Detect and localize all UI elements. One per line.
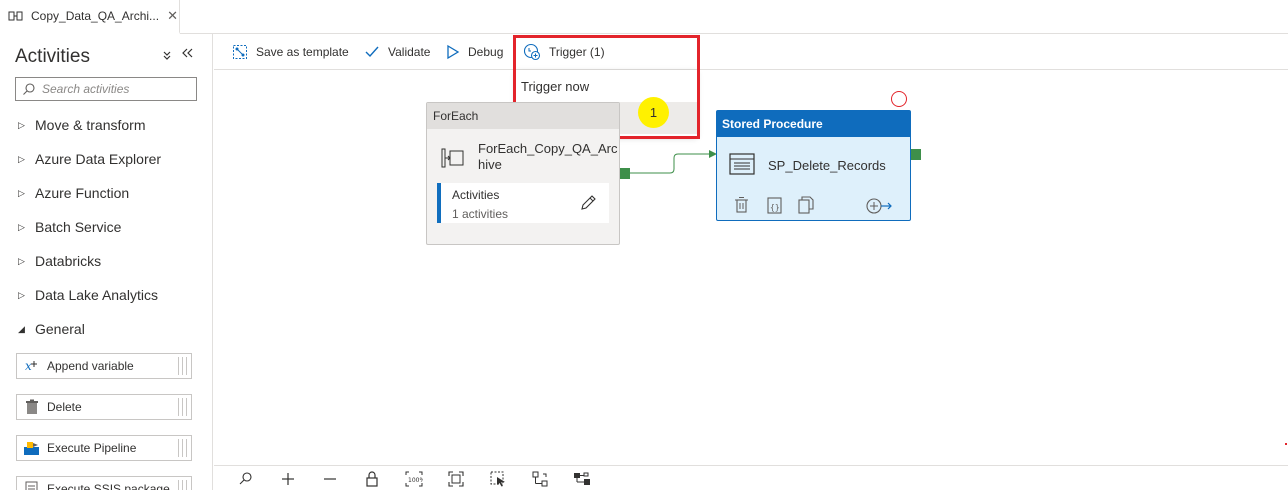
caret-right-icon: ▷ [18, 187, 25, 198]
inner-activities-title: Activities [452, 188, 500, 202]
zoom-out-icon[interactable] [320, 470, 340, 488]
category-label: General [35, 321, 85, 337]
svg-text:{}: {} [770, 203, 780, 212]
trash-icon [23, 399, 41, 415]
category-label: Data Lake Analytics [35, 287, 158, 303]
caret-down-icon: ◢ [18, 323, 25, 334]
execute-pipeline-icon [23, 440, 41, 456]
category-label: Move & transform [35, 117, 146, 133]
caret-right-icon: ▷ [18, 119, 25, 130]
ssis-icon [23, 481, 41, 490]
stored-procedure-node[interactable]: Stored Procedure SP_Delete_Records {} [716, 110, 911, 221]
foreach-activity-node[interactable]: ForEach ForEach_Copy_QA_Archive Activiti… [426, 102, 620, 245]
validate-label: Validate [388, 45, 431, 59]
category-data-lake-analytics[interactable]: ▷ Data Lake Analytics [18, 285, 158, 305]
inner-activities-count: 1 activities [452, 207, 509, 221]
double-chevron-down-icon[interactable] [161, 49, 173, 64]
activity-execute-ssis[interactable]: Execute SSIS package [16, 476, 192, 490]
double-chevron-left-icon[interactable] [180, 46, 194, 65]
activity-execute-pipeline[interactable]: Execute Pipeline [16, 435, 192, 461]
debug-label: Debug [468, 45, 504, 59]
zoom-in-icon[interactable] [278, 470, 298, 488]
stored-procedure-icon [729, 152, 755, 179]
lock-icon[interactable] [362, 470, 382, 488]
node-name: ForEach_Copy_QA_Archive [478, 141, 618, 172]
activity-label: Append variable [47, 359, 134, 373]
save-template-label: Save as template [256, 45, 349, 59]
svg-text:100%: 100% [408, 477, 423, 484]
category-label: Azure Function [35, 185, 130, 201]
svg-text:x: x [25, 359, 32, 373]
node-actions: {} [733, 196, 898, 219]
category-general[interactable]: ◢ General [18, 319, 85, 339]
layout-icon[interactable] [572, 470, 592, 488]
save-template-icon [233, 45, 247, 59]
activity-label: Execute SSIS package [47, 482, 170, 490]
fit-to-window-icon[interactable] [446, 470, 466, 488]
tab-pipeline[interactable]: Copy_Data_QA_Archi... ✕ [0, 0, 180, 34]
category-batch-service[interactable]: ▷ Batch Service [18, 217, 121, 237]
pipeline-toolbar: Save as template Validate Debug Trigger … [214, 34, 1288, 70]
variable-icon: x [23, 358, 41, 374]
canvas-toolbar: 100% [214, 465, 1288, 490]
tab-bar: Copy_Data_QA_Archi... ✕ [0, 0, 1288, 34]
annotation-step-badge: 1 [638, 97, 669, 128]
node-type-label: Stored Procedure [717, 111, 910, 137]
foreach-success-port[interactable] [620, 168, 630, 179]
debug-button[interactable]: Debug [446, 34, 503, 70]
inner-activities-panel[interactable]: Activities 1 activities [437, 183, 609, 223]
node-name: SP_Delete_Records [768, 158, 886, 173]
add-output-icon[interactable] [866, 198, 892, 214]
search-box[interactable] [15, 77, 197, 101]
drag-handle[interactable] [178, 357, 187, 375]
zoom-100-icon[interactable]: 100% [404, 470, 424, 488]
pencil-icon[interactable] [579, 194, 597, 215]
activity-label: Execute Pipeline [47, 441, 137, 455]
copy-icon[interactable] [798, 196, 814, 214]
category-azure-function[interactable]: ▷ Azure Function [18, 183, 129, 203]
drag-handle[interactable] [178, 439, 187, 457]
caret-right-icon: ▷ [18, 255, 25, 266]
close-icon[interactable]: ✕ [167, 8, 178, 24]
checkmark-icon [365, 46, 379, 58]
code-icon[interactable]: {} [767, 197, 782, 214]
node-type-label: ForEach [427, 103, 619, 129]
category-move-transform[interactable]: ▷ Move & transform [18, 115, 145, 135]
auto-align-icon[interactable] [530, 470, 550, 488]
activities-panel: Activities ▷ Move & transform ▷ Azure Data… [0, 34, 213, 490]
panel-title: Activities [15, 46, 90, 67]
activity-label: Delete [47, 400, 82, 414]
caret-right-icon: ▷ [18, 221, 25, 232]
tab-title: Copy_Data_QA_Archi... [31, 9, 160, 23]
pipeline-icon [8, 10, 24, 22]
edge-marker [1285, 443, 1287, 445]
search-icon[interactable] [236, 470, 256, 488]
caret-right-icon: ▷ [18, 289, 25, 300]
drag-handle[interactable] [178, 398, 187, 416]
save-as-template-button[interactable]: Save as template [232, 34, 349, 70]
stored-procedure-success-port[interactable] [911, 149, 921, 160]
category-label: Azure Data Explorer [35, 151, 162, 167]
trash-icon[interactable] [735, 197, 748, 213]
caret-right-icon: ▷ [18, 153, 25, 164]
category-databricks[interactable]: ▷ Databricks [18, 251, 101, 271]
status-circle-icon [891, 91, 907, 107]
activity-delete[interactable]: Delete [16, 394, 192, 420]
category-label: Databricks [35, 253, 102, 269]
category-azure-data-explorer[interactable]: ▷ Azure Data Explorer [18, 149, 161, 169]
validate-button[interactable]: Validate [364, 34, 430, 70]
foreach-icon [441, 147, 465, 172]
search-icon [22, 82, 36, 96]
play-icon [447, 44, 460, 60]
category-label: Batch Service [35, 219, 122, 235]
connector-line [625, 150, 717, 174]
select-icon[interactable] [488, 470, 508, 488]
activity-append-variable[interactable]: x Append variable [16, 353, 192, 379]
search-input[interactable] [42, 82, 192, 96]
drag-handle[interactable] [178, 480, 187, 490]
